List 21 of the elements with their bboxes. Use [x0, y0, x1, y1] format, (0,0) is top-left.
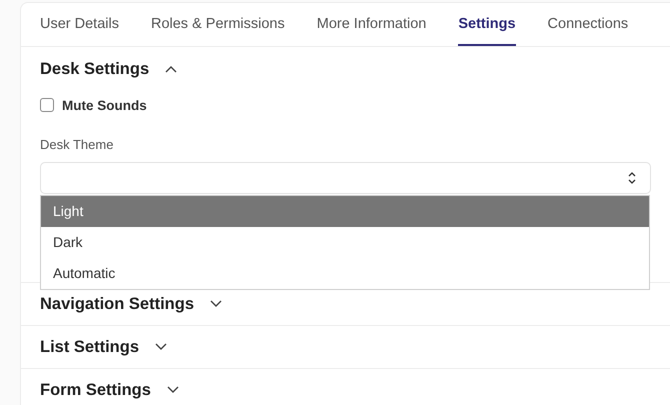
sort-arrows-icon [628, 171, 636, 185]
field-label: Desk Theme [40, 137, 114, 153]
section-title[interactable]: Navigation Settings [40, 294, 194, 314]
chevron-down-icon[interactable] [155, 343, 168, 351]
tab[interactable]: More Information [316, 3, 426, 46]
select-field[interactable] [40, 162, 651, 194]
checkbox[interactable] [40, 98, 54, 112]
tab[interactable]: User Details [40, 3, 119, 46]
tab[interactable]: Settings [458, 3, 516, 46]
dropdown-option[interactable]: Automatic [41, 258, 649, 289]
tab[interactable]: Connections [548, 3, 628, 46]
section-title[interactable]: Form Settings [40, 380, 151, 400]
chevron-down-icon[interactable] [210, 300, 222, 308]
tab[interactable]: Roles & Permissions [150, 3, 285, 46]
section-title[interactable]: Desk Settings [40, 60, 150, 78]
dropdown-option[interactable]: Dark [41, 227, 649, 258]
chevron-up-icon[interactable] [165, 65, 178, 73]
checkbox-label: Mute Sounds [62, 98, 147, 112]
dropdown-option[interactable]: Light [41, 196, 649, 227]
section-title[interactable]: List Settings [40, 338, 140, 356]
chevron-down-icon[interactable] [166, 386, 179, 394]
